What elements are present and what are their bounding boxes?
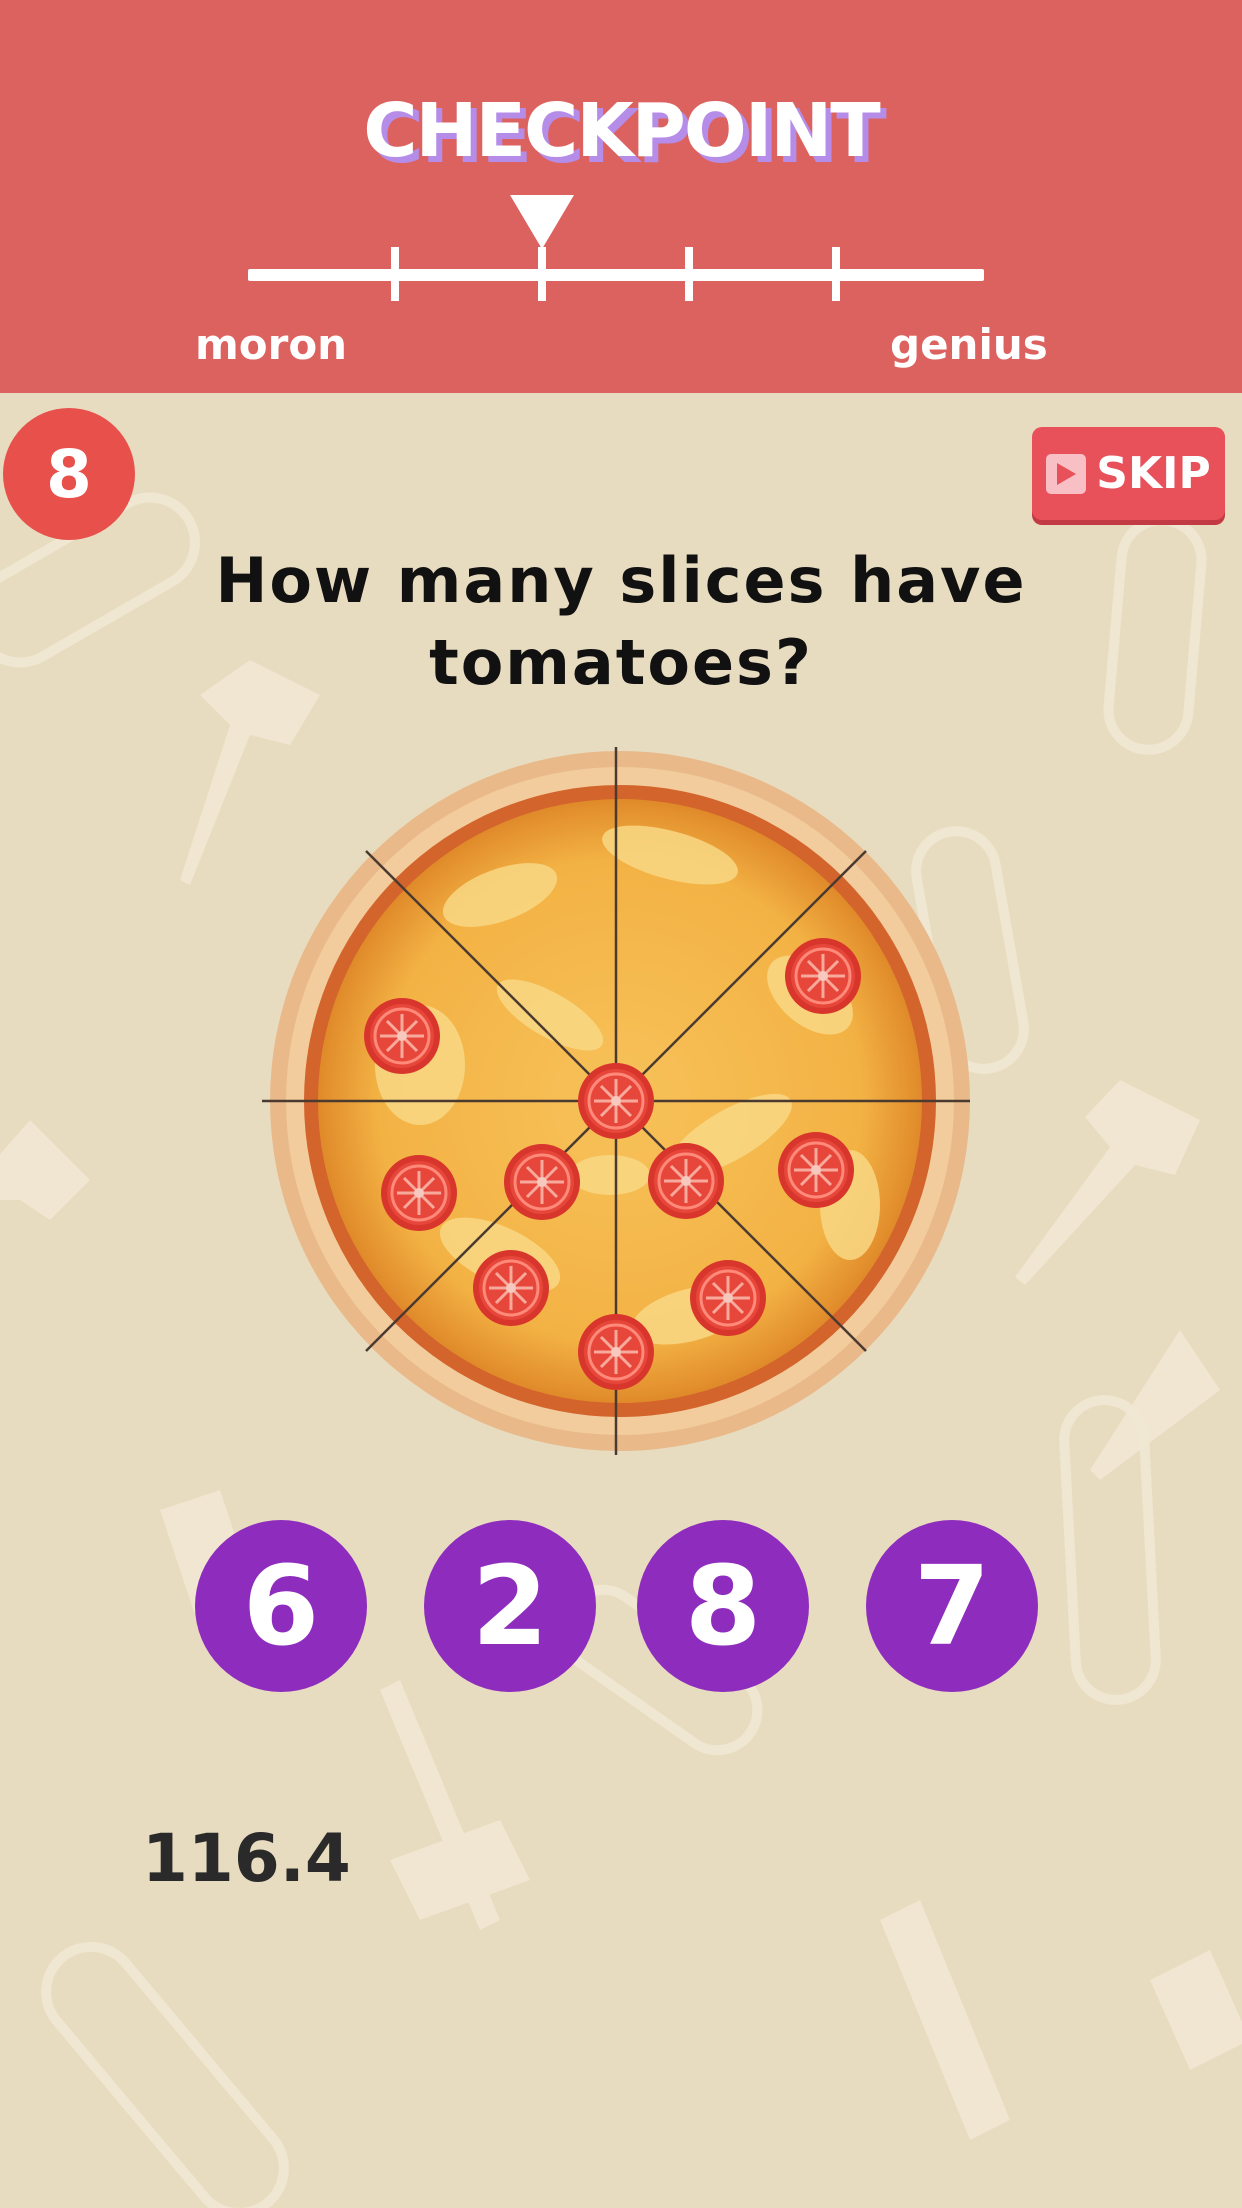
progress-meter bbox=[248, 269, 984, 281]
timer-readout: 116.4 bbox=[142, 1820, 351, 1897]
tomato-slice-icon bbox=[776, 1130, 856, 1210]
question-text: How many slices have tomatoes? bbox=[150, 540, 1092, 704]
tomato-slice-icon bbox=[646, 1141, 726, 1221]
skip-button[interactable]: SKIP bbox=[1032, 427, 1225, 520]
tomato-slice-icon bbox=[471, 1248, 551, 1328]
meter-tick bbox=[685, 247, 693, 301]
pizza-image bbox=[262, 747, 970, 1455]
meter-left-label: moron bbox=[195, 320, 348, 369]
meter-pointer-icon bbox=[510, 195, 574, 249]
skip-label: SKIP bbox=[1096, 448, 1211, 499]
answer-button[interactable]: 8 bbox=[637, 1520, 809, 1692]
play-icon bbox=[1046, 453, 1087, 494]
tomato-slice-icon bbox=[362, 996, 442, 1076]
question-line-1: How many slices have bbox=[215, 544, 1027, 617]
level-badge: 8 bbox=[3, 408, 135, 540]
header-bar: CHECKPOINT moron genius bbox=[0, 0, 1242, 393]
question-line-2: tomatoes? bbox=[429, 626, 813, 699]
answer-button[interactable]: 2 bbox=[424, 1520, 596, 1692]
answer-button[interactable]: 7 bbox=[866, 1520, 1038, 1692]
meter-tick bbox=[391, 247, 399, 301]
meter-tick bbox=[538, 247, 546, 301]
tomato-slice-icon bbox=[379, 1153, 459, 1233]
tomato-slice-icon bbox=[688, 1258, 768, 1338]
tomato-slice-icon bbox=[502, 1142, 582, 1222]
tomato-slice-icon bbox=[576, 1312, 656, 1392]
checkpoint-title: CHECKPOINT bbox=[363, 88, 881, 174]
meter-right-label: genius bbox=[890, 320, 1048, 369]
tomato-slice-icon bbox=[576, 1061, 656, 1141]
meter-tick bbox=[832, 247, 840, 301]
answer-button[interactable]: 6 bbox=[195, 1520, 367, 1692]
tomato-slice-icon bbox=[783, 936, 863, 1016]
